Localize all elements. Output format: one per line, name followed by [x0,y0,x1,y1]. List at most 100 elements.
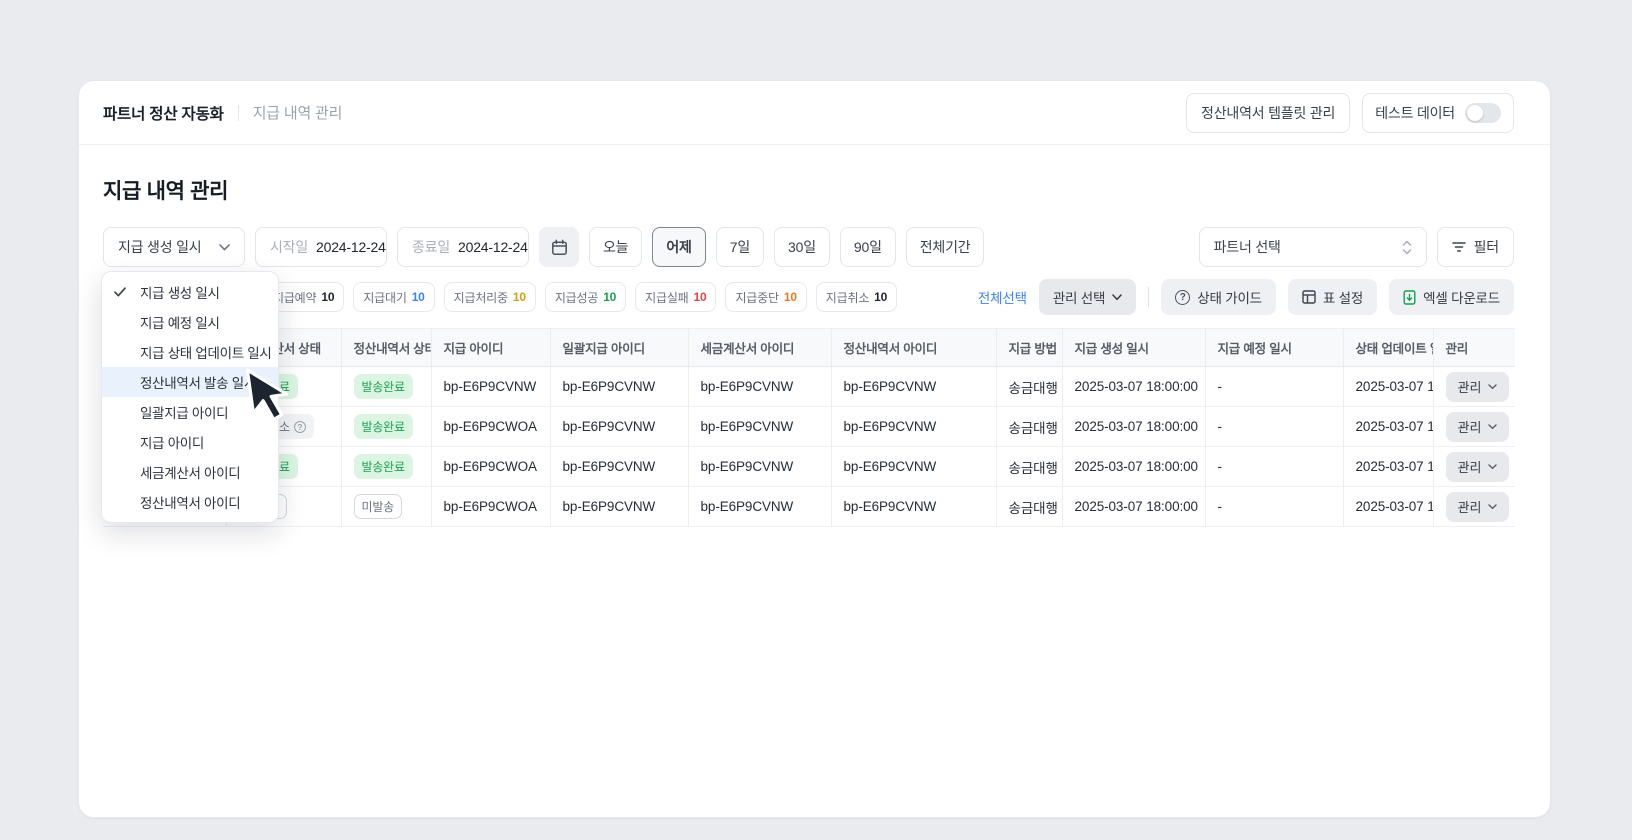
cell-scheduled: - [1205,407,1343,447]
row-manage-button[interactable]: 관리 [1446,492,1510,522]
chevron-down-icon [1488,384,1497,390]
select-all-link[interactable]: 전체선택 [978,287,1027,307]
quick-range-button[interactable]: 90일 [840,227,896,267]
quick-range-button[interactable]: 전체기간 [906,227,985,267]
toolbar-divider [1148,287,1149,307]
status-chip-label: 지급예약 [273,289,316,306]
end-date-label: 종료일 [412,237,450,257]
status-chip-label: 지급실패 [645,289,688,306]
status-chip-count: 10 [874,290,887,304]
chevron-down-icon [1112,294,1122,301]
test-data-toggle[interactable] [1465,103,1501,123]
status-chip-count: 10 [694,290,707,304]
column-header-updated: 상태 업데이트 일시 [1343,329,1433,367]
cell-scheduled: - [1205,367,1343,407]
cell-scheduled: - [1205,447,1343,487]
quick-range-button[interactable]: 30일 [774,227,830,267]
menu-item[interactable]: 세금계산서 아이디 [102,457,278,487]
cell-method: 송금대행 [996,407,1062,447]
row-manage-button[interactable]: 관리 [1446,452,1510,482]
menu-item[interactable]: 지급 아이디 [102,427,278,457]
date-type-select[interactable]: 지급 생성 일시 [103,227,245,267]
row-manage-button[interactable]: 관리 [1446,372,1510,402]
column-header-stmt-id: 정산내역서 아이디 [831,329,996,367]
status-badge: 발송완료 [354,374,413,399]
help-circle-icon[interactable]: ? [294,421,306,433]
column-header-tax-id: 세금계산서 아이디 [688,329,831,367]
start-date-input[interactable]: 시작일 2024-12-24 [255,227,387,267]
menu-item-label: 지급 예정 일시 [140,312,220,332]
chevron-down-icon [1488,464,1497,470]
toggle-knob [1467,105,1483,121]
menu-item[interactable]: 정산내역서 아이디 [102,487,278,517]
status-chip[interactable]: 지급중단10 [725,282,806,312]
cell-manage: 관리 [1433,447,1515,487]
status-badge: 발송완료 [354,414,413,439]
menu-item[interactable]: 지급 생성 일시 [102,277,278,307]
cell-stmt-id: bp-E6P9CVNW [831,487,996,527]
breadcrumb-divider [238,105,239,121]
menu-item[interactable]: 지급 예정 일시 [102,307,278,337]
statement-template-button[interactable]: 정산내역서 템플릿 관리 [1186,93,1350,133]
cell-tax-id: bp-E6P9CVNW [688,407,831,447]
app-title: 파트너 정산 자동화 [103,102,224,124]
status-chip-label: 지급처리중 [454,289,508,306]
calendar-button[interactable] [539,227,579,267]
table-row: 발행완료발송완료bp-E6P9CVNWbp-E6P9CVNWbp-E6P9CVN… [103,367,1515,407]
quick-range-button[interactable]: 오늘 [589,227,642,267]
cell-method: 송금대행 [996,367,1062,407]
status-chip-label: 지급성공 [555,289,598,306]
quick-range-button[interactable]: 어제 [652,227,705,267]
quick-range-button[interactable]: 7일 [716,227,764,267]
status-chip[interactable]: 지급대기10 [353,282,434,312]
filter-button[interactable]: 필터 [1437,227,1514,267]
status-badge-label: 발송완료 [362,458,405,475]
menu-item[interactable]: 일괄지급 아이디 [102,397,278,427]
status-chip-count: 10 [321,290,334,304]
chevron-up-down-icon [1402,240,1412,255]
status-chip[interactable]: 지급취소10 [816,282,897,312]
cell-updated: 2025-03-07 18:00:00 [1343,407,1433,447]
cell-stmt-status: 미발송 [341,487,431,527]
manage-select-button[interactable]: 관리 선택 [1039,279,1136,315]
status-chip[interactable]: 지급처리중10 [444,282,536,312]
cell-updated: 2025-03-07 18:00:00 [1343,487,1433,527]
status-chip-label: 지급대기 [363,289,406,306]
status-badge-label: 발송완료 [362,378,405,395]
file-download-icon [1403,290,1416,305]
status-badge: 미발송 [354,494,403,519]
menu-item[interactable]: 지급 상태 업데이트 일시 [102,337,278,367]
excel-download-button[interactable]: 엑셀 다운로드 [1389,279,1514,315]
end-date-input[interactable]: 종료일 2024-12-24 [397,227,529,267]
menu-item-label: 정산내역서 아이디 [140,492,240,512]
table-row: 발행취소?발송완료bp-E6P9CWOAbp-E6P9CVNWbp-E6P9CV… [103,407,1515,447]
cell-updated: 2025-03-07 18:00:00 [1343,367,1433,407]
cell-tax-id: bp-E6P9CVNW [688,447,831,487]
row-manage-label: 관리 [1458,497,1482,516]
cell-bulk-id: bp-E6P9CVNW [550,487,688,527]
status-chips-row: 지급예약10지급대기10지급처리중10지급성공10지급실패10지급중단10지급취… [103,279,1514,315]
menu-item[interactable]: 정산내역서 발송 일시 [102,367,278,397]
status-guide-button[interactable]: ? 상태 가이드 [1161,279,1276,315]
column-header-method: 지급 방법 [996,329,1062,367]
cell-manage: 관리 [1433,487,1515,527]
column-header-payment-id: 지급 아이디 [431,329,550,367]
cell-payment-id: bp-E6P9CWOA [431,447,550,487]
table-settings-button[interactable]: 표 설정 [1288,279,1377,315]
column-header-bulk-id: 일괄지급 아이디 [550,329,688,367]
cell-payment-id: bp-E6P9CWOA [431,487,550,527]
cell-bulk-id: bp-E6P9CVNW [550,407,688,447]
cell-manage: 관리 [1433,407,1515,447]
test-data-toggle-box[interactable]: 테스트 데이터 [1362,93,1514,133]
menu-item-label: 지급 생성 일시 [140,282,220,302]
cell-created: 2025-03-07 18:00:00 [1062,447,1205,487]
row-manage-button[interactable]: 관리 [1446,412,1510,442]
status-chip[interactable]: 지급실패 10 [635,282,716,312]
cell-tax-id: bp-E6P9CVNW [688,367,831,407]
cell-updated: 2025-03-07 18:00:00 [1343,447,1433,487]
cell-payment-id: bp-E6P9CWOA [431,407,550,447]
cell-stmt-id: bp-E6P9CVNW [831,367,996,407]
partner-select[interactable]: 파트너 선택 [1199,227,1427,267]
status-chip[interactable]: 지급성공10 [545,282,626,312]
date-type-menu: 지급 생성 일시지급 예정 일시지급 상태 업데이트 일시정산내역서 발송 일시… [101,271,279,523]
